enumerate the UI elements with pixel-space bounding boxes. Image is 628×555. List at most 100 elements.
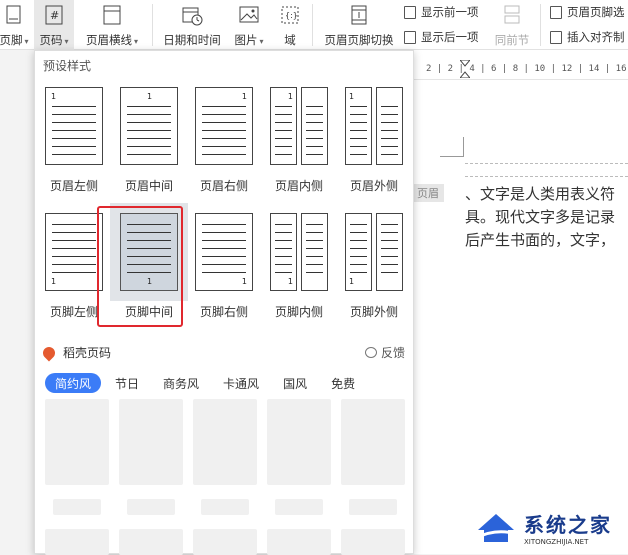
- document-canvas[interactable]: [412, 50, 628, 554]
- page-thumbnail: 1: [345, 87, 403, 165]
- template-label-placeholder: [275, 499, 323, 515]
- template-placeholder[interactable]: [341, 399, 405, 485]
- ruler-marks: 2 | 2 | 4 | 6 | 8 | 10 | 12 | 14 | 16 |: [426, 64, 628, 74]
- field-button[interactable]: {:} 域: [278, 0, 302, 50]
- header-footer-switch-button[interactable]: 页眉页脚切换: [322, 0, 396, 50]
- tab-free[interactable]: 免费: [321, 373, 365, 393]
- page-thumbnail: 1: [45, 213, 103, 291]
- docer-page-number-section: 稻壳页码: [40, 344, 112, 361]
- date-time-button[interactable]: 日期和时间: [160, 0, 224, 50]
- picture-button[interactable]: 图片 ▾: [230, 0, 268, 50]
- house-logo-icon: [475, 514, 517, 542]
- insert-align-tab-button[interactable]: 插入对齐制: [550, 27, 625, 47]
- page-number-mark: 1: [241, 277, 247, 286]
- feedback-button[interactable]: 反馈: [364, 344, 405, 361]
- template-placeholder[interactable]: [119, 529, 183, 555]
- chevron-down-icon: ▾: [64, 37, 69, 46]
- style-header-right[interactable]: 1 页眉右侧: [189, 79, 259, 199]
- style-header-center[interactable]: 1 页眉中间: [114, 79, 184, 199]
- page-number-mark: 1: [349, 277, 355, 286]
- page-thumbnail: 1: [45, 87, 103, 165]
- document-line[interactable]: 后产生书面的，文字，: [465, 229, 615, 250]
- preset-styles-title: 预设样式: [43, 59, 92, 73]
- style-category-tabs: 简约风 节日 商务风 卡通风 国风 免费: [45, 373, 369, 393]
- page-number-mark: 1: [287, 92, 293, 101]
- indent-marker-icon[interactable]: [458, 59, 472, 79]
- template-placeholder[interactable]: [193, 399, 257, 485]
- template-placeholder[interactable]: [45, 399, 109, 485]
- style-label: 页眉内侧: [274, 179, 323, 193]
- style-label: 页眉外侧: [349, 179, 398, 193]
- chevron-down-icon: ▾: [24, 37, 29, 46]
- style-label: 页眉左侧: [49, 179, 98, 193]
- show-previous-button[interactable]: 显示前一项: [404, 2, 479, 22]
- horizontal-ruler[interactable]: 2 | 2 | 4 | 6 | 8 | 10 | 12 | 14 | 16 |: [412, 58, 628, 80]
- style-label: 页眉中间: [124, 179, 173, 193]
- link-sections-icon: [501, 4, 523, 26]
- date-time-label: 日期和时间: [163, 33, 221, 47]
- watermark-url: XITONGZHIJIA.NET: [524, 537, 589, 546]
- tab-simple[interactable]: 简约风: [45, 373, 102, 393]
- picture-label: 图片: [234, 33, 258, 47]
- same-as-previous-button[interactable]: 同前节: [494, 0, 530, 50]
- header-line-icon: [101, 4, 123, 26]
- site-watermark: 系统之家 XITONGZHIJIA.NET: [474, 504, 624, 550]
- style-footer-right[interactable]: 1 页脚右侧: [189, 205, 259, 325]
- style-header-inside[interactable]: 1 页眉内侧: [264, 79, 334, 199]
- style-footer-outside[interactable]: 1 页脚外侧: [339, 205, 409, 325]
- footer-label: 页脚: [0, 33, 23, 47]
- template-label-placeholder: [349, 499, 397, 515]
- header-footer-options-button[interactable]: 页眉页脚选: [550, 2, 625, 22]
- picture-icon: [238, 4, 260, 26]
- divider: [540, 4, 541, 46]
- show-previous-label: 显示前一项: [421, 5, 479, 19]
- page-thumbnail: 1: [270, 213, 328, 291]
- page-number-label: 页码: [39, 33, 63, 47]
- document-line[interactable]: 具。现代文字多是记录: [465, 206, 615, 227]
- header-line-label: 页眉横线: [85, 33, 132, 47]
- tab-holiday[interactable]: 节日: [105, 373, 149, 393]
- template-placeholder[interactable]: [45, 529, 109, 555]
- template-label-placeholder: [53, 499, 101, 515]
- header-line-button[interactable]: 页眉横线 ▾: [82, 0, 142, 50]
- ribbon-toolbar: 页脚 ▾ # 页码 ▾ 页眉横线 ▾ 日期和时间 图片 ▾ {:} 域 页眉页脚切换 显…: [0, 0, 628, 50]
- insert-align-tab-label: 插入对齐制: [567, 30, 625, 44]
- docer-logo-icon: [40, 344, 58, 361]
- show-next-label: 显示后一项: [421, 30, 479, 44]
- page-number-mark: 1: [51, 277, 57, 286]
- template-placeholder[interactable]: [341, 529, 405, 555]
- calendar-clock-icon: [181, 4, 203, 26]
- page-thumbnail: 1: [270, 87, 328, 165]
- template-placeholder[interactable]: [119, 399, 183, 485]
- style-header-left[interactable]: 1 页眉左侧: [39, 79, 109, 199]
- svg-text:{:}: {:}: [285, 11, 298, 20]
- svg-text:#: #: [50, 9, 59, 22]
- previous-icon: [404, 5, 416, 19]
- template-placeholder[interactable]: [193, 529, 257, 555]
- docer-title: 稻壳页码: [63, 346, 112, 360]
- divider: [152, 4, 153, 46]
- page-thumbnail: 1: [195, 213, 253, 291]
- page-number-icon: #: [43, 4, 65, 26]
- page-number-mark: 1: [51, 92, 57, 101]
- page-number-button[interactable]: # 页码 ▾: [34, 0, 74, 50]
- template-label-placeholder: [127, 499, 175, 515]
- header-boundary: [465, 163, 628, 177]
- next-icon: [404, 30, 416, 44]
- tab-cartoon[interactable]: 卡通风: [213, 373, 269, 393]
- feedback-icon: [364, 347, 377, 358]
- divider: [312, 4, 313, 46]
- show-next-button[interactable]: 显示后一项: [404, 27, 479, 47]
- template-placeholder[interactable]: [267, 529, 331, 555]
- footer-button[interactable]: 页脚 ▾: [0, 0, 29, 50]
- style-footer-inside[interactable]: 1 页脚内侧: [264, 205, 334, 325]
- document-line[interactable]: 、文字是人类用表义符: [465, 183, 615, 204]
- chevron-down-icon: ▾: [133, 37, 138, 46]
- style-header-outside[interactable]: 1 页眉外侧: [339, 79, 409, 199]
- tab-business[interactable]: 商务风: [153, 373, 209, 393]
- header-footer-switch-label: 页眉页脚切换: [324, 33, 394, 47]
- template-placeholder[interactable]: [267, 399, 331, 485]
- field-icon: {:}: [279, 4, 301, 26]
- tab-chinese[interactable]: 国风: [273, 373, 317, 393]
- page-thumbnail: 1: [120, 87, 178, 165]
